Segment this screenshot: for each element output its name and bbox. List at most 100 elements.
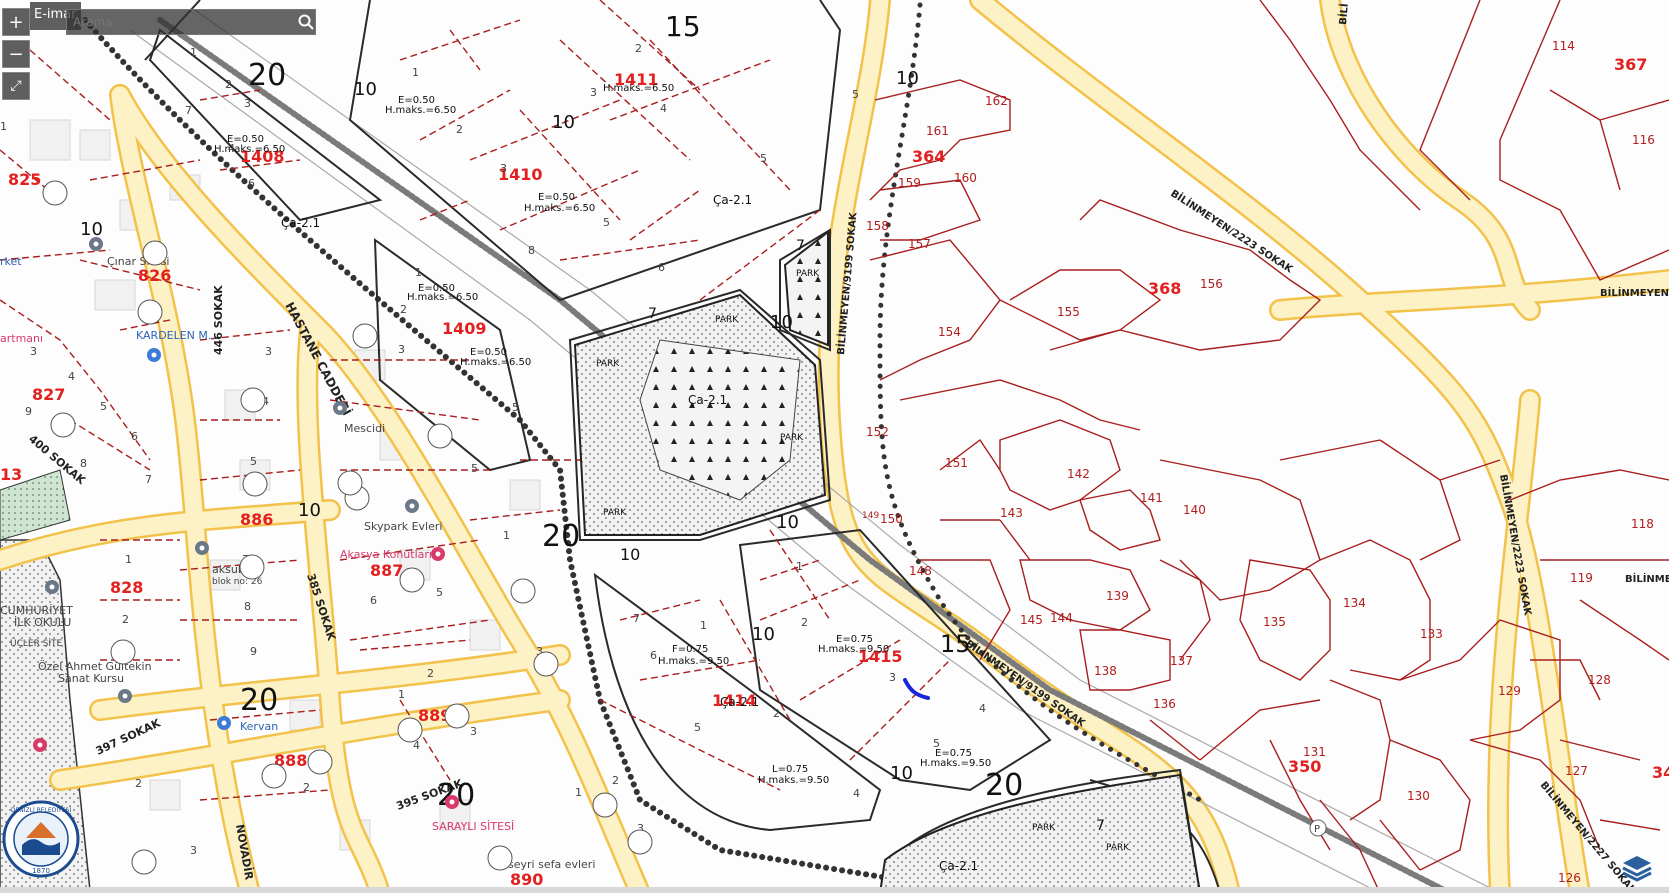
zoning-h950: H.maks.=9.50 (818, 644, 889, 655)
block-364: 364 (912, 147, 945, 166)
zoning-ca21: Ça-2.1 (713, 193, 752, 207)
width-10: 10 (354, 79, 377, 100)
svg-text:1: 1 (412, 66, 419, 79)
zoning-park: PARK (1032, 823, 1056, 833)
map-pin-icon (147, 348, 161, 362)
svg-text:6: 6 (658, 261, 665, 274)
width-7: 7 (648, 306, 657, 322)
zoning-h650: H.maks.=6.50 (214, 144, 285, 155)
parcel-114: 114 (1552, 39, 1575, 53)
zoning-f075: F=0.75 (672, 644, 708, 655)
zoom-in-button[interactable]: + (2, 8, 30, 36)
parcel-141: 141 (1140, 491, 1163, 505)
width-10: 10 (896, 68, 919, 89)
search-input[interactable] (66, 9, 316, 35)
svg-text:1: 1 (0, 120, 7, 133)
svg-text:4: 4 (228, 142, 235, 155)
parcel-127: 127 (1565, 764, 1588, 778)
zoning-ca21: Ça-2.1 (720, 695, 759, 709)
svg-text:1: 1 (190, 46, 197, 59)
parcel-156: 156 (1200, 277, 1223, 291)
zoom-out-button[interactable]: − (2, 40, 30, 68)
svg-text:3: 3 (244, 97, 251, 110)
parcel-116: 116 (1632, 133, 1655, 147)
svg-text:4: 4 (853, 787, 860, 800)
width-15: 15 (665, 10, 701, 43)
municipality-logo: DENİZLİ BELEDİYESİ 1870 (2, 800, 80, 878)
svg-text:6: 6 (370, 594, 377, 607)
map-pin-icon (89, 237, 103, 251)
block-886: 886 (240, 510, 273, 529)
parcel-152: 152 (866, 425, 889, 439)
width-20: 20 (985, 768, 1023, 803)
logo-year: 1870 (32, 867, 50, 875)
svg-text:2: 2 (400, 303, 407, 316)
parcel-158: 158 (866, 219, 889, 233)
map-pin-icon (333, 401, 347, 415)
block-34: 34 (1652, 763, 1669, 782)
svg-text:5: 5 (436, 586, 443, 599)
svg-text:9: 9 (25, 405, 32, 418)
zoning-h650: H.maks.=6.50 (603, 83, 674, 94)
width-7: 7 (796, 238, 805, 254)
parcel-140: 140 (1183, 503, 1206, 517)
layers-icon[interactable] (1620, 850, 1654, 884)
svg-text:8: 8 (80, 457, 87, 470)
parcel-142: 142 (1067, 467, 1090, 481)
svg-text:2: 2 (773, 707, 780, 720)
parcel-133: 133 (1420, 627, 1443, 641)
fullscreen-button[interactable]: ⤢ (2, 72, 30, 100)
zoning-ca21: Ça-2.1 (281, 216, 320, 230)
svg-text:5: 5 (471, 462, 478, 475)
svg-text:6: 6 (131, 430, 138, 443)
svg-text:2: 2 (303, 781, 310, 794)
svg-text:1: 1 (700, 619, 707, 632)
zoning-e050: E=0.50 (538, 192, 575, 203)
width-10: 10 (80, 219, 103, 240)
svg-text:3: 3 (590, 86, 597, 99)
svg-text:7: 7 (185, 104, 192, 117)
poi-seyri: seyri sefa evleri (508, 858, 595, 871)
block-368: 368 (1148, 279, 1181, 298)
poi-ucler: ÜÇLER SİTE (10, 638, 63, 649)
zoning-park: PARK (1106, 843, 1130, 853)
parcel-118: 118 (1631, 517, 1654, 531)
svg-text:5: 5 (250, 455, 257, 468)
parcel-119: 119 (1570, 571, 1593, 585)
svg-text:5: 5 (603, 216, 610, 229)
parcel-162: 162 (985, 94, 1008, 108)
map-pin-icon (118, 689, 132, 703)
svg-text:1: 1 (398, 688, 405, 701)
svg-text:4: 4 (660, 102, 667, 115)
zoning-ca21: Ça-2.1 (939, 859, 978, 873)
poi-ozel-2: Sanat Kursu (58, 672, 124, 685)
poi-cumhuriyet-2: İLK OKULU (14, 616, 71, 629)
logo-name: DENİZLİ BELEDİYESİ (11, 807, 71, 814)
parcel-161: 161 (926, 124, 949, 138)
svg-text:2: 2 (427, 667, 434, 680)
zoning-park: PARK (796, 269, 820, 279)
svg-text:1: 1 (415, 266, 422, 279)
width-7: 7 (1096, 818, 1105, 834)
zoning-map[interactable]: HASTANE CADDESİ 446 SOKAK 385 SOKAK 397 … (0, 0, 1669, 893)
svg-text:3: 3 (265, 345, 272, 358)
search-icon (298, 14, 314, 30)
road-label-bil-right2: BİLİNMEYEN (1625, 571, 1669, 585)
block-825: 825 (8, 170, 41, 189)
search-button[interactable] (294, 10, 318, 34)
poi-skypark: Skypark Evleri (364, 520, 442, 533)
map-pin-icon (431, 547, 445, 561)
svg-text:5: 5 (694, 721, 701, 734)
block-887: 887 (370, 561, 403, 580)
parcel-130: 130 (1407, 789, 1430, 803)
svg-text:1: 1 (125, 553, 132, 566)
svg-text:7: 7 (633, 612, 640, 625)
svg-text:8: 8 (244, 600, 251, 613)
parcel-148: 148 (909, 564, 932, 578)
poi-kervan: Kervan (240, 720, 278, 733)
svg-text:3: 3 (889, 671, 896, 684)
block-350: 350 (1288, 757, 1321, 776)
parcel-135: 135 (1263, 615, 1286, 629)
svg-text:2: 2 (635, 42, 642, 55)
map-pin-icon (195, 541, 209, 555)
